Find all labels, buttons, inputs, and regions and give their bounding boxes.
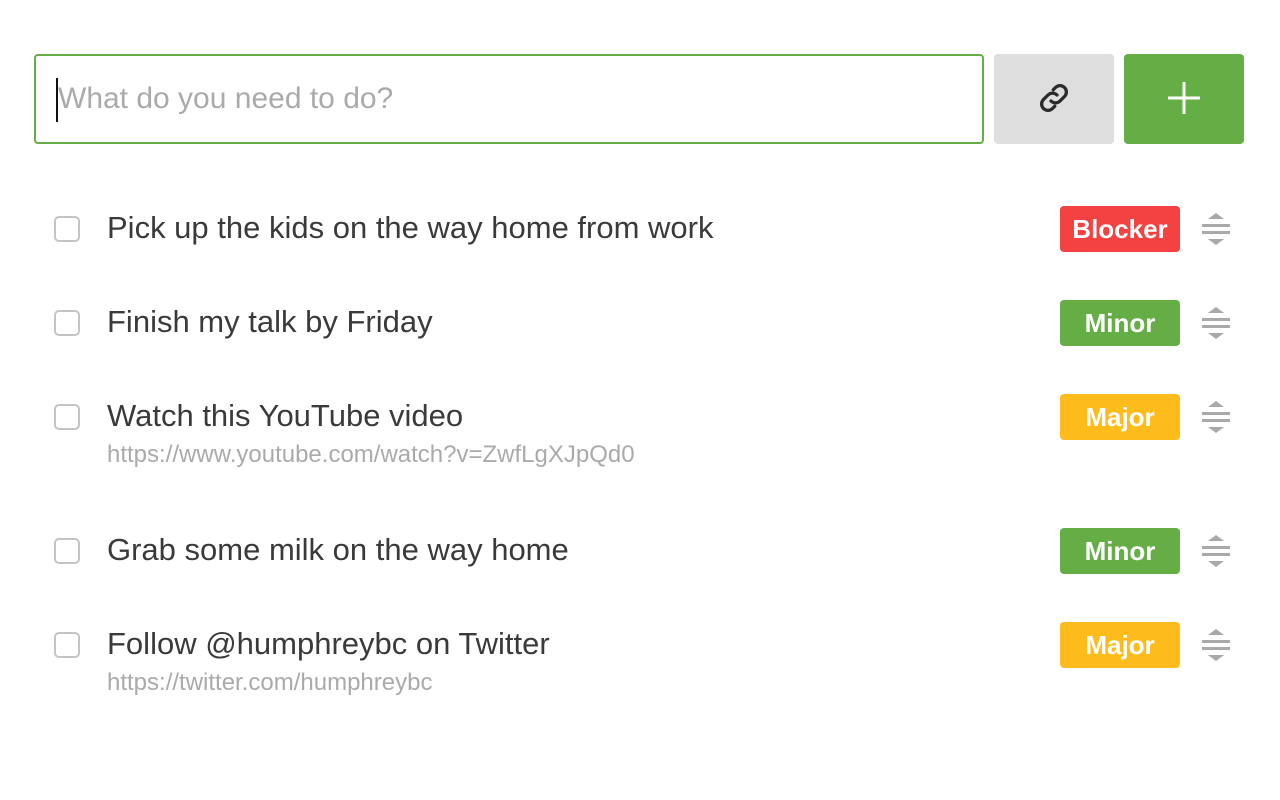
drag-handle-icon[interactable] (1198, 626, 1234, 664)
task-checkbox[interactable] (54, 310, 80, 336)
text-caret (56, 78, 58, 122)
task-link[interactable]: https://twitter.com/humphreybc (107, 668, 432, 698)
task-title: Follow @humphreybc on Twitter (107, 626, 550, 661)
task-row: Pick up the kids on the way home from wo… (0, 200, 1280, 260)
task-checkbox[interactable] (54, 216, 80, 242)
task-row: Watch this YouTube video https://www.you… (0, 388, 1280, 468)
task-row: Follow @humphreybc on Twitter https://tw… (0, 616, 1280, 696)
task-title: Pick up the kids on the way home from wo… (107, 210, 714, 245)
plus-icon (1167, 81, 1201, 118)
task-link[interactable]: https://www.youtube.com/watch?v=ZwfLgXJp… (107, 440, 635, 470)
task-row: Finish my talk by Friday Minor (0, 294, 1280, 354)
priority-badge[interactable]: Minor (1060, 528, 1180, 574)
todo-app: Pick up the kids on the way home from wo… (0, 0, 1280, 800)
priority-badge[interactable]: Minor (1060, 300, 1180, 346)
task-input[interactable] (36, 56, 982, 142)
drag-handle-icon[interactable] (1198, 532, 1234, 570)
task-checkbox[interactable] (54, 404, 80, 430)
priority-badge[interactable]: Major (1060, 622, 1180, 668)
task-title: Grab some milk on the way home (107, 532, 569, 567)
add-link-button[interactable] (994, 54, 1114, 144)
task-checkbox[interactable] (54, 538, 80, 564)
priority-badge[interactable]: Blocker (1060, 206, 1180, 252)
task-title: Watch this YouTube video (107, 398, 464, 433)
task-input-container (34, 54, 984, 144)
task-title: Finish my talk by Friday (107, 304, 433, 339)
link-icon (1036, 80, 1072, 119)
priority-badge[interactable]: Major (1060, 394, 1180, 440)
task-checkbox[interactable] (54, 632, 80, 658)
drag-handle-icon[interactable] (1198, 304, 1234, 342)
new-task-bar (34, 54, 1244, 144)
add-task-button[interactable] (1124, 54, 1244, 144)
task-row: Grab some milk on the way home Minor (0, 522, 1280, 582)
drag-handle-icon[interactable] (1198, 398, 1234, 436)
drag-handle-icon[interactable] (1198, 210, 1234, 248)
